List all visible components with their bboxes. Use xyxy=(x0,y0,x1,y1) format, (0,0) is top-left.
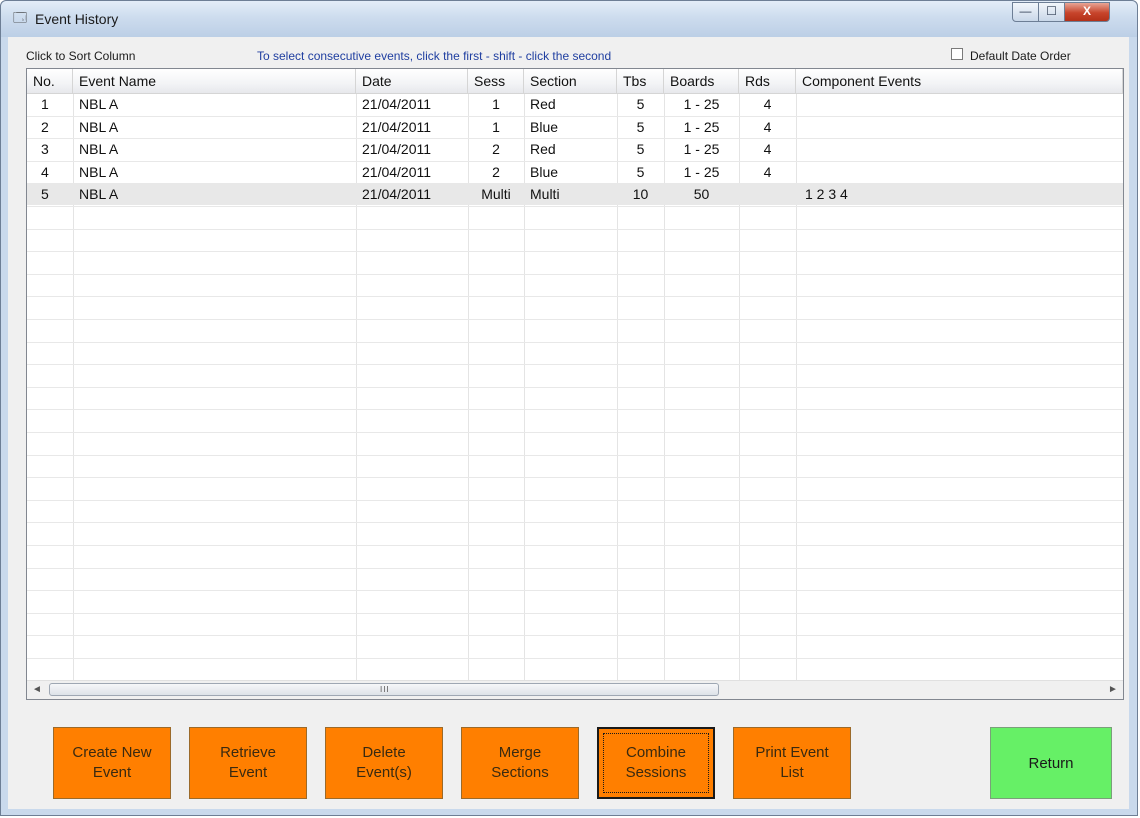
table-cell: 50 xyxy=(693,186,710,203)
table-cell: 4 xyxy=(763,163,772,180)
table-row[interactable]: 1 NBL A 21/04/2011 1 Red 5 1 - 25 4 xyxy=(27,93,1123,115)
table-row[interactable]: 2 NBL A 21/04/2011 1 Blue 5 1 - 25 4 xyxy=(27,116,1123,138)
table-cell: 4 xyxy=(763,141,772,158)
default-date-order-checkbox[interactable] xyxy=(951,48,963,60)
table-cell: 5 xyxy=(636,163,645,180)
table-cell: 2 xyxy=(492,141,500,158)
column-header[interactable]: Rds xyxy=(739,69,796,93)
table-cell: Blue xyxy=(530,118,559,135)
table-row[interactable]: 3 NBL A 21/04/2011 2 Red 5 1 - 25 4 xyxy=(27,138,1123,160)
combine-sessions-button[interactable]: Combine Sessions xyxy=(597,727,715,799)
table-cell: 4 xyxy=(763,96,772,112)
table-cell: NBL A xyxy=(79,163,119,180)
event-history-window: 🗔 Event History — ☐ X Click to Sort Colu… xyxy=(0,0,1138,816)
table-cell: 4 xyxy=(763,118,772,135)
table-cell: NBL A xyxy=(79,186,119,203)
table-cell: 2 xyxy=(492,163,500,180)
event-history-table[interactable]: No. Event Name Date Sess Section Tbs Boards Rds… xyxy=(26,68,1124,700)
table-cell: 1 2 3 4 xyxy=(805,186,848,203)
focus-rectangle xyxy=(603,733,709,793)
table-cell: 1 - 25 xyxy=(683,118,720,135)
table-cell: 10 xyxy=(632,186,649,203)
column-header[interactable]: Component Events xyxy=(796,69,1123,93)
table-cell: 1 - 25 xyxy=(683,141,720,158)
window-client-area: Click to Sort Column To select consecuti… xyxy=(8,37,1129,809)
retrieve-event-button[interactable]: Retrieve Event xyxy=(189,727,307,799)
table-header: No. Event Name Date Sess Section Tbs Boards Rds… xyxy=(27,69,1123,94)
app-icon: 🗔 xyxy=(13,10,28,25)
table-row[interactable]: 5 NBL A 21/04/2011 Multi Multi 10 50 1 2 3 4 xyxy=(27,183,1123,206)
column-header[interactable]: Section xyxy=(524,69,617,93)
table-cell: 21/04/2011 xyxy=(362,141,432,158)
minimize-icon: — xyxy=(1019,4,1032,18)
table-cell: 5 xyxy=(636,141,645,158)
scrollbar-thumb[interactable]: III xyxy=(49,683,719,696)
scrollbar-grip-icon: III xyxy=(380,685,390,694)
table-cell: NBL A xyxy=(79,118,119,135)
table-cell: 1 - 25 xyxy=(683,96,720,112)
close-icon: X xyxy=(1082,4,1091,18)
print-event-list-button[interactable]: Print Event List xyxy=(733,727,851,799)
table-cell: 1 - 25 xyxy=(683,163,720,180)
maximize-button[interactable]: ☐ xyxy=(1038,2,1065,22)
window-title: Event History xyxy=(35,11,119,27)
maximize-icon: ☐ xyxy=(1046,4,1057,18)
table-cell: NBL A xyxy=(79,96,119,112)
table-cell: Blue xyxy=(530,163,559,180)
column-header[interactable]: No. xyxy=(27,69,73,93)
table-cell: 21/04/2011 xyxy=(362,163,432,180)
column-header[interactable]: Event Name xyxy=(73,69,356,93)
delete-events-button[interactable]: Delete Event(s) xyxy=(325,727,443,799)
table-cell xyxy=(796,93,1123,115)
merge-sections-button[interactable]: Merge Sections xyxy=(461,727,579,799)
table-cell xyxy=(796,138,1123,160)
table-cell: 21/04/2011 xyxy=(362,118,432,135)
column-header[interactable]: Boards xyxy=(664,69,739,93)
table-cell: NBL A xyxy=(79,141,119,158)
scroll-left-icon[interactable]: ◄ xyxy=(29,682,45,698)
return-button[interactable]: Return xyxy=(990,727,1112,799)
table-cell: 5 xyxy=(636,118,645,135)
table-cell: 1 xyxy=(492,118,500,135)
default-date-order-label[interactable]: Default Date Order xyxy=(970,49,1071,63)
horizontal-scrollbar[interactable]: ◄ III ► xyxy=(27,680,1123,699)
table-cell: Red xyxy=(530,141,556,158)
table-cell: 1 xyxy=(492,96,500,112)
table-cell xyxy=(796,116,1123,138)
table-cell xyxy=(796,161,1123,183)
title-bar[interactable]: 🗔 Event History — ☐ X xyxy=(1,1,1137,37)
minimize-button[interactable]: — xyxy=(1012,2,1039,22)
column-header[interactable]: Tbs xyxy=(617,69,664,93)
close-button[interactable]: X xyxy=(1064,2,1110,22)
table-cell: Multi xyxy=(481,186,511,203)
column-header[interactable]: Date xyxy=(356,69,468,93)
create-new-event-button[interactable]: Create New Event xyxy=(53,727,171,799)
column-header[interactable]: Sess xyxy=(468,69,524,93)
table-cell: 21/04/2011 xyxy=(362,96,432,112)
table-cell: Red xyxy=(530,96,556,112)
table-cell xyxy=(739,183,796,205)
sort-hint-label: Click to Sort Column xyxy=(26,49,136,63)
table-cell: 5 xyxy=(636,96,645,112)
table-row[interactable]: 4 NBL A 21/04/2011 2 Blue 5 1 - 25 4 xyxy=(27,161,1123,183)
table-cell: Multi xyxy=(530,186,560,203)
table-cell: 21/04/2011 xyxy=(362,186,432,203)
selection-hint-label: To select consecutive events, click the … xyxy=(257,49,612,63)
scroll-right-icon[interactable]: ► xyxy=(1105,682,1121,698)
